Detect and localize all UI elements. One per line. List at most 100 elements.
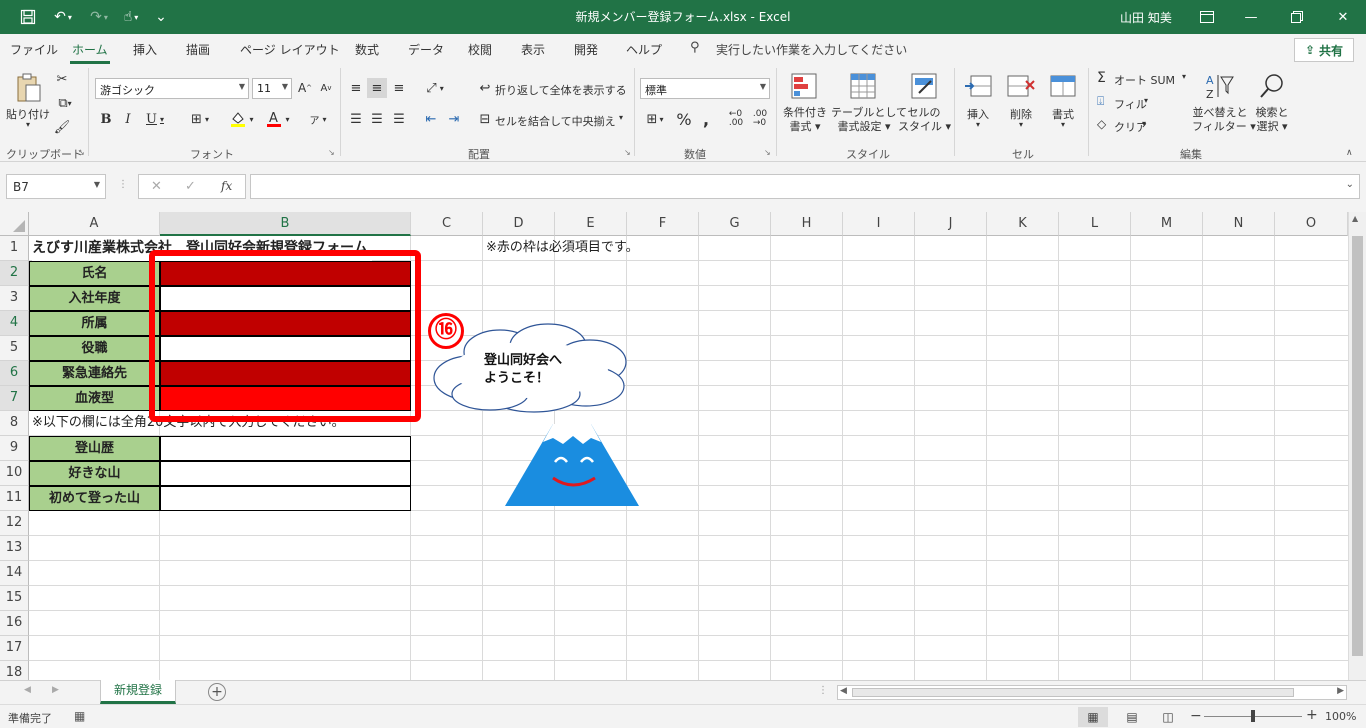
insert-dropdown-icon[interactable]: ▾ bbox=[976, 120, 980, 129]
vertical-scroll-thumb[interactable] bbox=[1352, 236, 1363, 656]
align-bottom-icon[interactable]: ≡ bbox=[389, 78, 409, 98]
row-header-13[interactable]: 13 bbox=[0, 536, 29, 561]
label-climbing-history[interactable]: 登山歴 bbox=[29, 436, 160, 461]
next-sheet-icon[interactable]: ▶ bbox=[52, 685, 59, 695]
horizontal-scroll-thumb[interactable] bbox=[852, 688, 1294, 697]
clipboard-launcher-icon[interactable]: ↘ bbox=[78, 148, 85, 157]
tab-page-layout[interactable]: ページ レイアウト bbox=[240, 41, 340, 58]
tab-insert[interactable]: 挿入 bbox=[133, 41, 157, 58]
normal-view-icon[interactable]: ▦ bbox=[1078, 707, 1108, 727]
align-top-icon[interactable]: ≡ bbox=[346, 78, 366, 98]
column-header-j[interactable]: J bbox=[915, 212, 987, 236]
phonetic-guide-icon[interactable]: ア ▾ bbox=[304, 109, 332, 129]
zoom-level[interactable]: 100% bbox=[1325, 710, 1356, 723]
add-sheet-icon[interactable]: + bbox=[208, 683, 226, 701]
row-header-8[interactable]: 8 bbox=[0, 411, 29, 436]
input-climbing-history[interactable] bbox=[160, 436, 411, 461]
underline-icon[interactable]: U ▾ bbox=[141, 109, 169, 129]
expand-formula-bar-icon[interactable]: ⌄ bbox=[1346, 179, 1354, 190]
increase-font-icon[interactable]: A ^ bbox=[296, 78, 314, 98]
cancel-icon[interactable]: ✕ bbox=[151, 179, 162, 194]
format-as-table-icon[interactable] bbox=[849, 72, 877, 100]
label-blood-type[interactable]: 血液型 bbox=[29, 386, 160, 411]
percent-icon[interactable]: % bbox=[674, 109, 694, 129]
page-layout-view-icon[interactable]: ▤ bbox=[1120, 707, 1144, 727]
merge-dropdown-icon[interactable]: ▾ bbox=[619, 113, 623, 122]
tell-me-input[interactable]: 実行したい作業を入力してください bbox=[716, 41, 907, 58]
wrap-text-button[interactable]: 折り返して全体を表示する bbox=[495, 82, 627, 98]
column-header-n[interactable]: N bbox=[1203, 212, 1275, 236]
fill-dropdown-icon[interactable]: ▾ bbox=[1144, 96, 1148, 105]
restore-button[interactable] bbox=[1274, 0, 1320, 34]
increase-indent-icon[interactable]: ⇥ bbox=[444, 109, 464, 129]
user-name[interactable]: 山田 知美 bbox=[1120, 9, 1172, 26]
label-department[interactable]: 所属 bbox=[29, 311, 160, 336]
conditional-formatting-button[interactable]: 条件付き 書式 ▾ bbox=[781, 106, 829, 134]
prev-sheet-icon[interactable]: ◀ bbox=[24, 685, 31, 695]
italic-icon[interactable]: I bbox=[120, 109, 136, 129]
column-header-g[interactable]: G bbox=[699, 212, 771, 236]
label-first-mountain[interactable]: 初めて登った山 bbox=[29, 486, 160, 511]
label-emergency-contact[interactable]: 緊急連絡先 bbox=[29, 361, 160, 386]
tab-formulas[interactable]: 数式 bbox=[355, 41, 379, 58]
bold-icon[interactable]: B bbox=[98, 109, 114, 129]
font-launcher-icon[interactable]: ↘ bbox=[328, 148, 335, 157]
required-note-cell[interactable]: ※赤の枠は必須項目です。 bbox=[486, 236, 639, 261]
row-header-10[interactable]: 10 bbox=[0, 461, 29, 486]
scroll-left-icon[interactable]: ◀ bbox=[840, 686, 847, 696]
row-header-6[interactable]: 6 bbox=[0, 361, 29, 386]
align-right-icon[interactable]: ☰ bbox=[389, 109, 409, 129]
fill-button[interactable]: フィル bbox=[1114, 96, 1147, 112]
decrease-decimal-icon[interactable]: .00 →0 bbox=[750, 109, 770, 129]
row-header-18[interactable]: 18 bbox=[0, 661, 29, 680]
font-color-icon[interactable]: A ▾ bbox=[262, 109, 294, 129]
increase-decimal-icon[interactable]: ←0.00 bbox=[726, 109, 746, 129]
column-header-f[interactable]: F bbox=[627, 212, 699, 236]
align-center-icon[interactable]: ☰ bbox=[367, 109, 387, 129]
speech-cloud[interactable]: 登山同好会へ ようこそ！ bbox=[430, 320, 632, 414]
comma-style-icon[interactable]: , bbox=[697, 109, 715, 129]
mountain-mascot-illustration[interactable] bbox=[505, 422, 639, 506]
paste-icon[interactable] bbox=[12, 72, 46, 104]
page-break-view-icon[interactable]: ◫ bbox=[1156, 707, 1180, 727]
sort-filter-button[interactable]: 並べ替えと フィルター ▾ bbox=[1192, 106, 1256, 134]
column-header-l[interactable]: L bbox=[1059, 212, 1131, 236]
wrap-text-icon[interactable]: ↩ bbox=[476, 78, 494, 98]
autosum-button[interactable]: オート SUM bbox=[1114, 72, 1175, 88]
row-header-2[interactable]: 2 bbox=[0, 261, 29, 286]
label-name[interactable]: 氏名 bbox=[29, 261, 160, 286]
number-launcher-icon[interactable]: ↘ bbox=[764, 148, 771, 157]
delete-cells-icon[interactable] bbox=[1006, 72, 1036, 100]
sort-filter-icon[interactable]: AZ bbox=[1204, 70, 1236, 102]
column-header-d[interactable]: D bbox=[483, 212, 555, 236]
cell-styles-button[interactable]: セルの スタイル ▾ bbox=[898, 106, 951, 134]
fill-color-icon[interactable]: ▾ bbox=[226, 109, 258, 129]
formula-input[interactable]: ⌄ bbox=[250, 174, 1360, 199]
tab-splitter-icon[interactable]: ⋮ bbox=[818, 685, 828, 696]
cut-icon[interactable]: ✂ bbox=[54, 70, 70, 88]
accounting-format-icon[interactable]: ⊞ ▾ bbox=[640, 109, 670, 129]
input-favorite-mountain[interactable] bbox=[160, 461, 411, 486]
column-header-o[interactable]: O bbox=[1275, 212, 1348, 236]
row-header-3[interactable]: 3 bbox=[0, 286, 29, 311]
label-favorite-mountain[interactable]: 好きな山 bbox=[29, 461, 160, 486]
tab-data[interactable]: データ bbox=[408, 41, 444, 58]
column-header-h[interactable]: H bbox=[771, 212, 843, 236]
format-painter-icon[interactable]: 🖌 bbox=[54, 118, 71, 136]
column-header-e[interactable]: E bbox=[555, 212, 627, 236]
borders-icon[interactable]: ⊞ ▾ bbox=[184, 109, 216, 129]
scroll-up-icon[interactable]: ▲ bbox=[1352, 214, 1358, 223]
tab-developer[interactable]: 開発 bbox=[574, 41, 598, 58]
share-button[interactable]: ⇪ 共有 bbox=[1294, 38, 1354, 62]
font-name-combo[interactable]: 游ゴシック ▼ bbox=[95, 78, 249, 99]
orientation-icon[interactable]: ⤢ ▾ bbox=[420, 78, 450, 98]
column-header-c[interactable]: C bbox=[411, 212, 483, 236]
row-header-7[interactable]: 7 bbox=[0, 386, 29, 411]
vertical-scrollbar[interactable]: ▲ bbox=[1348, 212, 1366, 680]
select-all-corner[interactable] bbox=[0, 212, 29, 236]
column-header-b[interactable]: B bbox=[160, 212, 411, 236]
decrease-indent-icon[interactable]: ⇤ bbox=[421, 109, 441, 129]
row-header-14[interactable]: 14 bbox=[0, 561, 29, 586]
name-box[interactable]: B7 ▼ bbox=[6, 174, 106, 199]
column-header-m[interactable]: M bbox=[1131, 212, 1203, 236]
